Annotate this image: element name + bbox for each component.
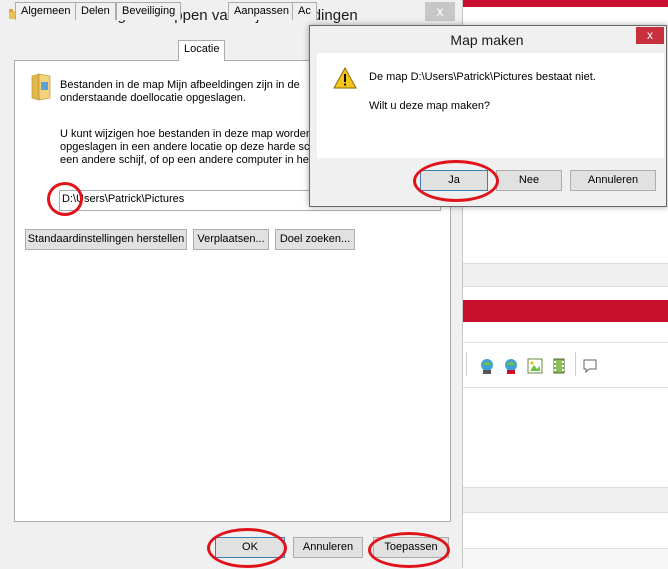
- find-target-button[interactable]: Doel zoeken...: [275, 229, 355, 250]
- highlight-ring: [368, 532, 450, 568]
- change-location-text: U kunt wijzigen hoe bestanden in deze ma…: [60, 128, 312, 140]
- globe-icon[interactable]: [479, 358, 495, 374]
- globe-icon[interactable]: [503, 358, 519, 374]
- tab-beveiliging[interactable]: Beveiliging: [116, 2, 182, 20]
- highlight-ring: [47, 182, 83, 216]
- tab-algemeen[interactable]: Algemeen: [15, 2, 77, 20]
- description-text: Bestanden in de map Mijn afbeeldingen zi…: [60, 79, 300, 91]
- cancel-button[interactable]: Annuleren: [293, 537, 363, 558]
- popup-question: Wilt u deze map maken?: [369, 100, 491, 112]
- folder-icon: [31, 73, 51, 101]
- highlight-ring: [207, 528, 287, 568]
- change-location-text: een andere schijf, of op een andere comp…: [60, 154, 322, 166]
- toolbar-separator: [575, 352, 576, 376]
- tab-delen[interactable]: Delen: [75, 2, 116, 20]
- close-icon[interactable]: x: [425, 2, 455, 21]
- no-button[interactable]: Nee: [496, 170, 562, 191]
- background-red-header: [462, 0, 668, 7]
- warning-icon: [333, 67, 357, 89]
- comment-icon[interactable]: [582, 358, 598, 374]
- popup-message: De map D:\Users\Patrick\Pictures bestaat…: [369, 71, 596, 83]
- popup-cancel-button[interactable]: Annuleren: [570, 170, 656, 191]
- move-button[interactable]: Verplaatsen...: [193, 229, 269, 250]
- highlight-ring: [413, 160, 499, 202]
- image-icon[interactable]: [527, 358, 543, 374]
- restore-defaults-button[interactable]: Standaardinstellingen herstellen: [25, 229, 187, 250]
- toolbar-separator: [466, 352, 467, 376]
- close-icon[interactable]: x: [636, 27, 664, 44]
- background-strip: [462, 487, 668, 513]
- tab-locatie[interactable]: Locatie: [178, 40, 226, 61]
- tab-ac[interactable]: Ac: [292, 2, 317, 20]
- background-footer: [462, 548, 668, 569]
- background-red-bar: [462, 300, 668, 322]
- film-icon[interactable]: [551, 358, 567, 374]
- description-text: onderstaande doellocatie opgeslagen.: [60, 92, 246, 104]
- change-location-text: opgeslagen in een andere locatie op deze…: [60, 141, 319, 153]
- tab-aanpassen[interactable]: Aanpassen: [228, 2, 296, 20]
- background-strip: [462, 263, 668, 287]
- popup-title: Map maken: [450, 32, 524, 48]
